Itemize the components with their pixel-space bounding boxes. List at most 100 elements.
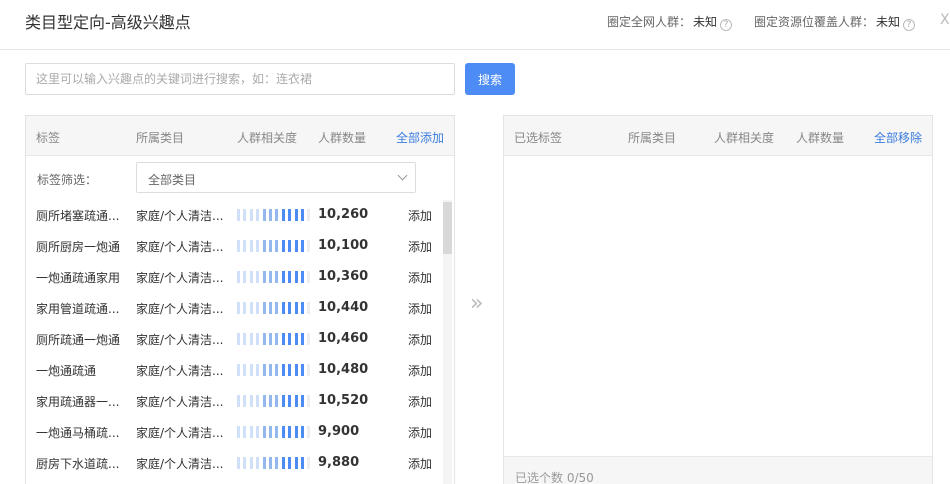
relevance-bar — [243, 333, 247, 345]
tag-name: 厨房下水道疏... — [36, 457, 120, 471]
add-button[interactable]: 添加 — [408, 424, 432, 441]
remove-all-button[interactable]: 全部移除 — [874, 129, 922, 146]
tag-category: 家庭/个人清洁... — [136, 395, 224, 409]
table-row: 厕所堵塞疏通... 家庭/个人清洁... 10,260 添加 — [26, 200, 454, 231]
relevance-bar — [269, 240, 272, 252]
chevron-down-icon — [397, 170, 408, 181]
relevance-bar — [256, 302, 260, 314]
relevance-bar — [237, 209, 240, 221]
relevance-bar — [294, 302, 298, 314]
tag-name: 一炮通疏通家用 — [36, 271, 121, 285]
help-icon[interactable]: ? — [903, 19, 916, 31]
tag-name: 一炮通疏通 — [36, 364, 97, 378]
relevance-bar — [237, 426, 240, 438]
relevance-bar — [294, 271, 298, 283]
relevance-bar — [294, 240, 298, 252]
table-row: 一炮通马桶疏... 家庭/个人清洁... 9,900 添加 — [26, 417, 454, 448]
table-row: 厕所厨房一炮通 家庭/个人清洁... 10,100 添加 — [26, 231, 454, 262]
relevance-bar — [275, 457, 279, 469]
tag-category: 家庭/个人清洁... — [136, 302, 224, 316]
relevance-bar — [249, 333, 253, 345]
relevance-bar — [262, 240, 266, 252]
add-button[interactable]: 添加 — [408, 455, 432, 472]
relevance-bar — [243, 364, 247, 376]
column-selected-tag: 已选标签 — [514, 131, 563, 145]
relevance-bar — [281, 426, 285, 438]
add-button[interactable]: 添加 — [408, 393, 432, 410]
table-row: 厨房下水道疏... 家庭/个人清洁... 9,880 添加 — [26, 448, 454, 479]
relevance-bar — [249, 302, 253, 314]
relevance-bar — [281, 333, 285, 345]
audience-count: 10,100 — [318, 238, 369, 253]
add-button[interactable]: 添加 — [408, 331, 432, 348]
relevance-bar — [288, 271, 292, 283]
tag-category: 家庭/个人清洁... — [136, 271, 224, 285]
tag-category: 家庭/个人清洁... — [136, 364, 224, 378]
relevance-bar — [262, 209, 266, 221]
relevance-bar — [262, 395, 266, 407]
add-button[interactable]: 添加 — [408, 207, 432, 224]
table-row: 家用疏通器一... 家庭/个人清洁... 10,520 添加 — [26, 386, 454, 417]
relevance-bar — [256, 395, 260, 407]
relevance-bar — [307, 426, 311, 438]
available-tags-header: 标签 所属类目 人群相关度 人群数量 全部添加 — [26, 116, 454, 156]
relevance-bar — [281, 240, 285, 252]
tag-category: 家庭/个人清洁... — [136, 457, 224, 471]
audience-count: 10,480 — [318, 362, 369, 377]
add-button[interactable]: 添加 — [408, 269, 432, 286]
audience-count: 10,440 — [318, 300, 369, 315]
relevance-bar — [256, 333, 260, 345]
category-filter-select[interactable]: 全部类目 — [136, 162, 416, 193]
search-button[interactable]: 搜索 — [465, 63, 515, 95]
relevance-bar — [243, 271, 247, 283]
relevance-bar — [294, 209, 298, 221]
scrollbar-thumb[interactable] — [443, 202, 452, 254]
selected-tags-header: 已选标签 所属类目 人群相关度 人群数量 全部移除 — [504, 116, 932, 156]
relevance-bar — [249, 240, 253, 252]
relevance-bar — [281, 364, 285, 376]
relevance-bar — [281, 271, 285, 283]
relevance-bar — [275, 240, 279, 252]
tag-name: 家用管道疏通... — [36, 302, 120, 316]
tag-category: 家庭/个人清洁... — [136, 426, 224, 440]
search-input[interactable] — [25, 63, 455, 95]
relevance-bar — [269, 333, 272, 345]
relevance-bar — [237, 271, 240, 283]
relevance-bar — [307, 333, 311, 345]
column-audience-count: 人群数量 — [796, 131, 845, 145]
audience-count: 10,360 — [318, 269, 369, 284]
category-filter-value: 全部类目 — [148, 173, 197, 187]
help-icon[interactable]: ? — [720, 19, 733, 31]
audience-count: 9,900 — [318, 424, 360, 439]
column-category: 所属类目 — [136, 131, 185, 145]
add-button[interactable]: 添加 — [408, 238, 432, 255]
relevance-bar — [256, 240, 260, 252]
relevance-bar — [288, 240, 292, 252]
relevance-bar — [275, 271, 279, 283]
relevance-bar — [243, 302, 247, 314]
relevance-bar — [262, 426, 266, 438]
close-icon[interactable]: X — [940, 12, 950, 28]
table-row: 一炮通疏通 家庭/个人清洁... 10,480 添加 — [26, 355, 454, 386]
relevance-bar — [249, 457, 253, 469]
relevance-bar — [288, 457, 292, 469]
placement-audience-value: 未知 — [876, 15, 901, 29]
add-button[interactable]: 添加 — [408, 362, 432, 379]
double-chevron-right-icon: » — [470, 291, 484, 316]
relevance-bar — [262, 457, 266, 469]
relevance-bar — [275, 302, 279, 314]
placement-audience-label: 圈定资源位覆盖人群： — [754, 15, 875, 29]
relevance-bar — [275, 395, 279, 407]
network-audience-stat: 圈定全网人群： 未知? — [607, 13, 733, 31]
relevance-bar — [256, 426, 260, 438]
add-button[interactable]: 添加 — [408, 300, 432, 317]
relevance-bar — [243, 457, 247, 469]
tag-list: 厕所堵塞疏通... 家庭/个人清洁... 10,260 添加厕所厨房一炮通家庭/个人清… — [26, 200, 454, 479]
column-relevance: 人群相关度 — [714, 131, 775, 145]
relevance-bar — [275, 209, 279, 221]
placement-audience-stat: 圈定资源位覆盖人群： 未知? — [754, 13, 916, 31]
relevance-bar — [301, 457, 304, 469]
relevance-bar — [301, 302, 304, 314]
tag-name: 厕所厨房一炮通 — [36, 240, 121, 254]
add-all-button[interactable]: 全部添加 — [396, 129, 444, 146]
